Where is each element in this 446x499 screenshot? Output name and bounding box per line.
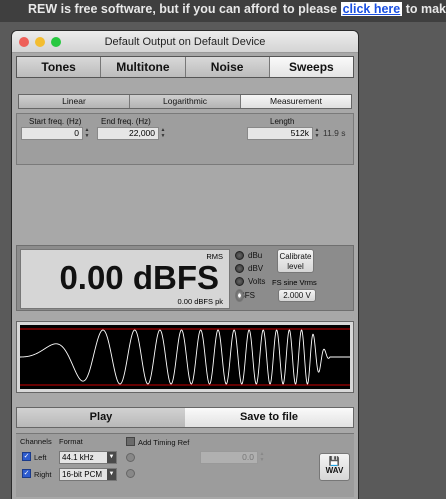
close-button[interactable]	[19, 37, 29, 47]
sample-rate-value: 44.1 kHz	[62, 453, 94, 462]
length-label: Length	[270, 117, 295, 126]
unit-dbu-radio[interactable]: dBu	[235, 251, 262, 260]
action-bar: Play Save to file	[16, 407, 354, 428]
tab-multitone[interactable]: Multitone	[101, 57, 186, 77]
start-freq-label: Start freq. (Hz)	[29, 117, 82, 126]
unit-volts-radio[interactable]: Volts	[235, 277, 265, 286]
sweep-type-tabs: Linear Logarithmic Measurement	[18, 94, 352, 109]
radio-selected-icon	[235, 289, 244, 302]
fs-sine-value[interactable]: 2.000 V	[278, 289, 316, 302]
waveform-display	[16, 321, 354, 393]
length-spinner[interactable]: ▲ ▼	[314, 127, 320, 140]
play-button[interactable]: Play	[17, 408, 185, 427]
subtab-linear[interactable]: Linear	[19, 95, 130, 108]
channels-label: Channels	[20, 437, 52, 446]
length-seconds: 11.9 s	[323, 128, 346, 138]
minimize-button[interactable]	[35, 37, 45, 47]
chevron-down-icon: ▼	[107, 452, 116, 463]
end-freq-label: End freq. (Hz)	[101, 117, 151, 126]
unit-label: dBV	[248, 264, 264, 273]
peak-value: 0.00 dBFS pk	[177, 297, 223, 306]
output-options-panel: Channels Format ✓ Left ✓ Right 44.1 kHz ▼…	[16, 433, 354, 497]
tab-tones[interactable]: Tones	[17, 57, 102, 77]
end-freq-spinner[interactable]: ▲ ▼	[160, 127, 166, 140]
timing-option-radio-2[interactable]	[126, 469, 135, 478]
bit-depth-select[interactable]: 16-bit PCM ▼	[59, 468, 117, 481]
unit-dbfs-radio[interactable]: dBFS	[235, 289, 255, 302]
unit-dbv-radio[interactable]: dBV	[235, 264, 263, 273]
timing-ref-label: Add Timing Ref	[138, 438, 190, 447]
save-to-file-button[interactable]: Save to file	[185, 408, 353, 427]
unit-label: Volts	[248, 277, 266, 286]
left-label: Left	[34, 453, 47, 462]
bit-depth-value: 16-bit PCM	[62, 470, 103, 479]
timing-option-radio[interactable]	[126, 453, 135, 462]
sample-rate-select[interactable]: 44.1 kHz ▼	[59, 451, 117, 464]
window-title: Default Output on Default Device	[104, 36, 266, 48]
chevron-down-icon: ▼	[107, 469, 116, 480]
window-titlebar: Default Output on Default Device	[12, 31, 358, 53]
donation-banner: REW is free software, but if you can aff…	[0, 0, 446, 22]
level-meter-panel: RMS 0.00 dBFS 0.00 dBFS pk dBu dBV Volts…	[16, 245, 354, 311]
tab-noise[interactable]: Noise	[185, 57, 270, 77]
timing-value-input[interactable]: 0.0	[200, 451, 258, 464]
length-input[interactable]: 512k	[247, 127, 313, 140]
signal-tabs: Tones Multitone Noise Sweeps	[16, 56, 354, 78]
fs-sine-label: FS sine Vrms	[272, 278, 317, 287]
subtab-logarithmic[interactable]: Logarithmic	[130, 95, 241, 108]
right-channel-checkbox[interactable]: ✓	[22, 469, 31, 478]
format-label: Format	[59, 437, 83, 446]
banner-text: REW is free software, but if you can aff…	[28, 2, 341, 16]
end-freq-input[interactable]: 22,000	[97, 127, 159, 140]
start-freq-spinner[interactable]: ▲ ▼	[84, 127, 90, 140]
timing-ref-checkbox[interactable]	[126, 437, 135, 446]
sweep-waveform	[20, 325, 350, 389]
generator-window: Default Output on Default Device Tones M…	[12, 31, 358, 499]
radio-icon	[235, 264, 244, 273]
radio-icon	[235, 251, 244, 260]
right-label: Right	[34, 470, 52, 479]
wav-button[interactable]: 💾 WAV	[319, 453, 350, 481]
radio-icon	[235, 277, 244, 286]
level-meter: RMS 0.00 dBFS 0.00 dBFS pk	[20, 249, 230, 309]
calibrate-level-button[interactable]: Calibrate level	[277, 249, 314, 273]
wav-label: WAV	[325, 466, 344, 475]
banner-text-end: to make a donation	[405, 2, 446, 16]
sweep-params-panel: Start freq. (Hz) 0 ▲ ▼ End freq. (Hz) 22,…	[16, 113, 354, 165]
wav-icon: 💾	[328, 456, 341, 466]
start-freq-input[interactable]: 0	[21, 127, 83, 140]
donation-link[interactable]: click here	[340, 2, 403, 16]
level-value: 0.00 dBFS	[59, 259, 219, 296]
left-channel-checkbox[interactable]: ✓	[22, 452, 31, 461]
tab-sweeps[interactable]: Sweeps	[269, 57, 353, 77]
timing-value-spinner[interactable]: ▲ ▼	[259, 451, 265, 464]
subtab-measurement[interactable]: Measurement	[241, 95, 351, 108]
zoom-button[interactable]	[51, 37, 61, 47]
unit-label: dBu	[248, 251, 263, 260]
